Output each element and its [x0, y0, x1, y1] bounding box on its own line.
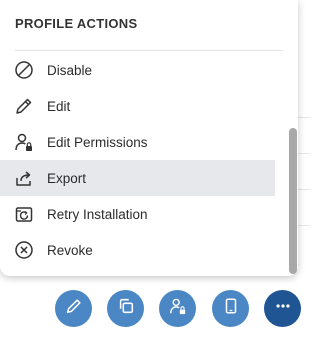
background-divider [298, 153, 310, 154]
menu-item-export[interactable]: Export [0, 160, 275, 196]
menu-divider [15, 50, 283, 51]
device-icon [222, 297, 240, 320]
menu-item-label: Export [47, 170, 87, 186]
menu-item-edit-permissions[interactable]: Edit Permissions [0, 124, 275, 160]
copy-button[interactable] [107, 290, 144, 327]
background-divider [298, 225, 310, 226]
device-button[interactable] [212, 290, 249, 327]
profile-actions-menu: PROFILE ACTIONS Disable Edit Edit Permis… [0, 0, 298, 276]
disable-icon [13, 59, 35, 81]
menu-item-edit[interactable]: Edit [0, 88, 275, 124]
scrollbar-thumb[interactable] [289, 128, 297, 274]
user-lock-icon [169, 297, 187, 320]
revoke-icon [13, 239, 35, 261]
background-divider [298, 117, 310, 118]
permissions-button[interactable] [159, 290, 196, 327]
pencil-icon [13, 95, 35, 117]
retry-install-icon [13, 203, 35, 225]
more-actions-button[interactable] [264, 290, 301, 327]
menu-title: PROFILE ACTIONS [15, 16, 138, 31]
menu-item-revoke[interactable]: Revoke [0, 232, 275, 268]
menu-item-label: Edit [47, 98, 71, 114]
background-divider [298, 189, 310, 190]
copy-icon [117, 297, 135, 320]
menu-item-retry-installation[interactable]: Retry Installation [0, 196, 275, 232]
menu-item-label: Disable [47, 62, 93, 78]
menu-item-label: Revoke [47, 242, 93, 258]
menu-item-label: Edit Permissions [47, 134, 148, 150]
edit-button[interactable] [55, 290, 92, 327]
user-lock-icon [13, 131, 35, 153]
menu-item-label: Retry Installation [47, 206, 148, 222]
pencil-icon [65, 297, 83, 320]
share-export-icon [13, 167, 35, 189]
menu-item-disable[interactable]: Disable [0, 52, 275, 88]
more-icon [274, 297, 292, 320]
